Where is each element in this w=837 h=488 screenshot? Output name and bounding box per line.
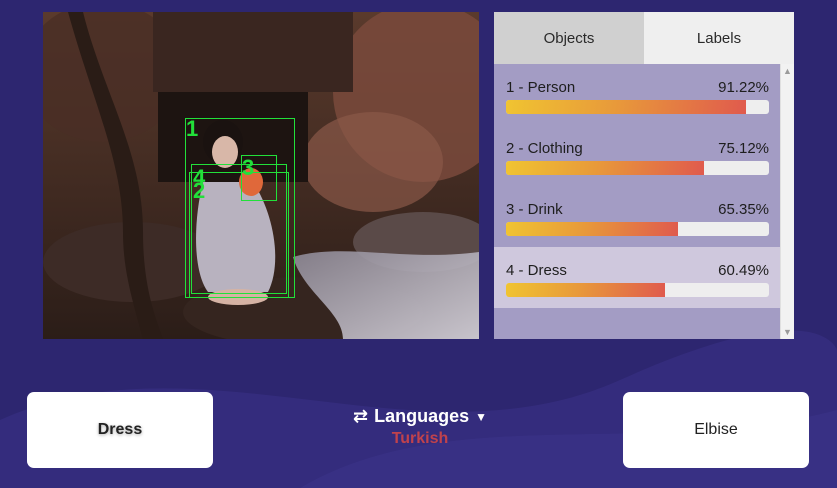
detection-label: 4 - Dress bbox=[506, 262, 567, 279]
detection-score: 60.49% bbox=[718, 262, 769, 279]
tab-objects[interactable]: Objects bbox=[494, 12, 644, 64]
detection-label: 3 - Drink bbox=[506, 201, 563, 218]
list-item-selected[interactable]: 4 - Dress 60.49% bbox=[494, 247, 780, 308]
confidence-bar bbox=[506, 161, 769, 175]
list-item[interactable]: 1 - Person 91.22% bbox=[494, 64, 780, 125]
languages-button[interactable]: ⇄ Languages ▼ bbox=[353, 406, 487, 427]
swap-arrows-icon: ⇄ bbox=[352, 406, 369, 426]
selected-language: Turkish bbox=[391, 430, 449, 447]
results-panel: Objects Labels 1 - Person 91.22% 2 - Clo… bbox=[494, 12, 794, 339]
box-number-2: 2 bbox=[193, 178, 206, 203]
detection-label: 2 - Clothing bbox=[506, 140, 583, 157]
detection-score: 65.35% bbox=[718, 201, 769, 218]
list-item[interactable]: 2 - Clothing 75.12% bbox=[494, 125, 780, 186]
confidence-bar bbox=[506, 222, 769, 236]
scroll-down-icon[interactable]: ▼ bbox=[781, 325, 794, 339]
detection-list: 1 - Person 91.22% 2 - Clothing 75.12% 3 … bbox=[494, 64, 780, 308]
confidence-fill bbox=[506, 222, 678, 236]
caret-down-icon: ▼ bbox=[475, 409, 487, 424]
languages-label: Languages bbox=[374, 406, 470, 426]
confidence-fill bbox=[506, 100, 746, 114]
detection-score: 91.22% bbox=[718, 79, 769, 96]
confidence-bar bbox=[506, 100, 769, 114]
scroll-up-icon[interactable]: ▲ bbox=[781, 64, 794, 78]
results-tabs: Objects Labels bbox=[494, 12, 794, 64]
confidence-fill bbox=[506, 283, 666, 297]
detection-label: 1 - Person bbox=[506, 79, 576, 96]
confidence-fill bbox=[506, 161, 704, 175]
language-selector: ⇄ Languages ▼ Turkish bbox=[330, 406, 510, 448]
detection-score: 75.12% bbox=[718, 140, 769, 157]
source-word-card[interactable]: Dress bbox=[27, 392, 213, 468]
list-item[interactable]: 3 - Drink 65.35% bbox=[494, 186, 780, 247]
translated-word: Elbise bbox=[694, 421, 738, 438]
source-word: Dress bbox=[97, 421, 143, 438]
analyzed-photo: 1 4 2 3 bbox=[43, 12, 479, 339]
list-scrollbar[interactable]: ▲ ▼ bbox=[780, 64, 794, 339]
confidence-bar bbox=[506, 283, 769, 297]
box-number-1: 1 bbox=[186, 116, 199, 141]
translated-word-card[interactable]: Elbise bbox=[623, 392, 809, 468]
box-number-3: 3 bbox=[242, 155, 255, 180]
tab-labels[interactable]: Labels bbox=[644, 12, 794, 64]
